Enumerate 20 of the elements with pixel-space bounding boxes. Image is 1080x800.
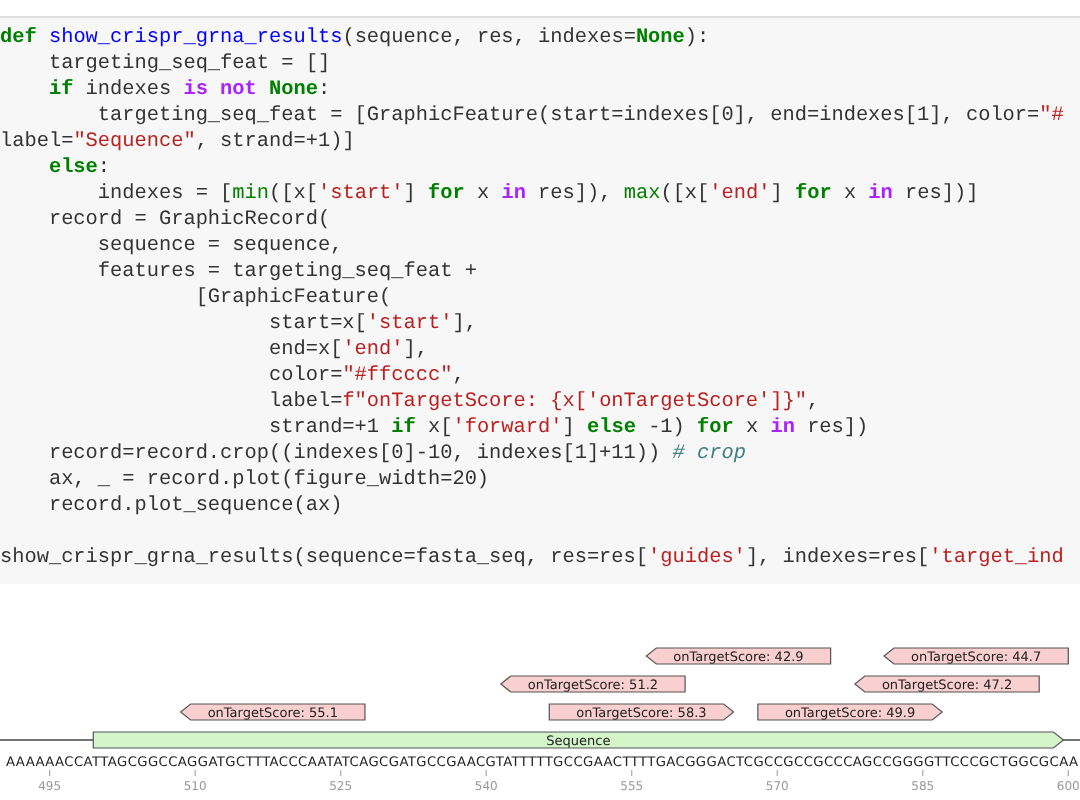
code-line: targeting_seq_feat = [GraphicFeature(start=indexes[0], end=indexes[1], color="# — [95, 104, 1064, 130]
code-line: [GraphicFeature( — [193, 286, 392, 312]
code-line: label="Sequence", strand=+1)] — [0, 130, 355, 156]
code-line: indexes = [min([x['start'] for x in res]), max([x['end'] for x in res])] — [95, 182, 979, 208]
code-line: show_crispr_grna_results(sequence=fasta_seq, res=res['guides'], indexes=res['target_ind — [0, 546, 1064, 572]
code-line: record = GraphicRecord( — [46, 208, 331, 234]
code-line: record=record.crop((indexes[0]-10, indexes[1]+11)) # crop — [46, 442, 746, 468]
code-line: end=x['end'], — [266, 338, 428, 364]
code-line: ax, _ = record.plot(figure_width=20) — [46, 468, 490, 494]
code-line: color="#ffcccc", — [266, 364, 465, 390]
code-line: label=f"onTargetScore: {x['onTargetScore']}", — [266, 390, 820, 416]
code-line: strand=+1 if x['forward'] else -1) for x in res]) — [266, 416, 869, 442]
code-line: features = targeting_seq_feat + — [95, 260, 477, 286]
code-line: sequence = sequence, — [95, 234, 343, 260]
code-line: def show_crispr_grna_results(sequence, res, indexes=None): — [0, 26, 710, 52]
code-line: if indexes is not None: — [46, 78, 331, 104]
code-line: record.plot_sequence(ax) — [46, 494, 343, 520]
code-line: start=x['start'], — [266, 312, 477, 338]
code-line: else: — [46, 156, 111, 182]
code-line: targeting_seq_feat = [] — [46, 52, 331, 78]
